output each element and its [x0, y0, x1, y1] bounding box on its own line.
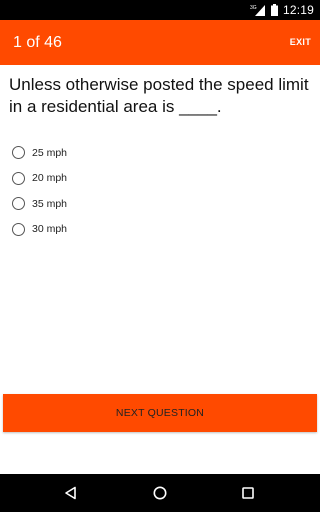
- exit-button[interactable]: EXIT: [290, 20, 311, 65]
- signal-icon: 3G: [250, 4, 266, 16]
- radio-button[interactable]: [12, 171, 25, 185]
- home-button[interactable]: [140, 474, 180, 512]
- battery-icon: [270, 4, 278, 16]
- status-time: 12:19: [282, 3, 314, 17]
- question-text: Unless otherwise posted the speed limit …: [9, 75, 309, 116]
- next-question-button[interactable]: NEXT QUESTION: [3, 394, 317, 432]
- answer-option-label: 35 mph: [32, 197, 68, 210]
- question-counter: 1 of 46: [13, 34, 62, 51]
- answer-options: 25 mph 20 mph 35 mph 30 mph: [12, 140, 302, 242]
- back-icon: [64, 486, 78, 500]
- status-icons: 3G 12:19: [250, 0, 314, 20]
- status-bar: 3G 12:19: [0, 0, 320, 20]
- radio-button[interactable]: [12, 222, 25, 236]
- navigation-bar: [0, 474, 320, 512]
- recents-icon: [241, 486, 255, 500]
- answer-option-label: 30 mph: [32, 223, 68, 236]
- app-bar: 1 of 46 EXIT: [0, 20, 320, 65]
- answer-option[interactable]: 35 mph: [12, 191, 302, 217]
- screen: 3G 12:19 1 of 46 EXIT Unless otherwise p…: [0, 0, 320, 512]
- home-icon: [153, 486, 167, 500]
- network-type-label: 3G: [250, 5, 257, 11]
- answer-option[interactable]: 30 mph: [12, 217, 302, 243]
- answer-option[interactable]: 20 mph: [12, 166, 302, 192]
- answer-option[interactable]: 25 mph: [12, 140, 302, 166]
- answer-option-label: 20 mph: [32, 172, 68, 185]
- back-button[interactable]: [51, 474, 91, 512]
- radio-button[interactable]: [12, 146, 25, 160]
- answer-option-label: 25 mph: [32, 146, 68, 159]
- radio-button[interactable]: [12, 197, 25, 211]
- recents-button[interactable]: [228, 474, 268, 512]
